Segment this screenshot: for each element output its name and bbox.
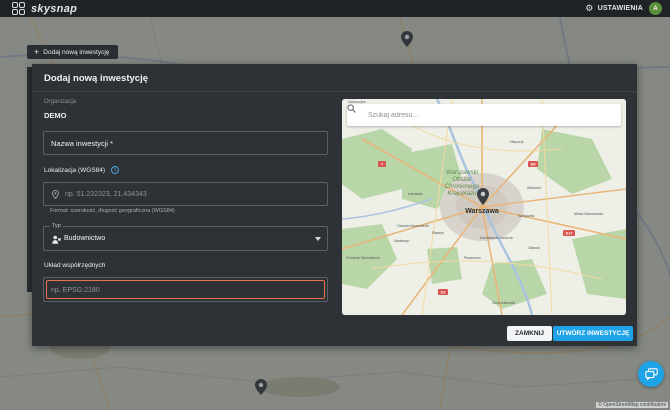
road-badge: S8: [531, 162, 537, 167]
map-label-town: Nadarzyn: [394, 239, 409, 243]
create-investment-button[interactable]: UTWÓRZ INWESTYCJĘ: [553, 326, 633, 341]
settings-label: USTAWIENIA: [597, 5, 643, 12]
close-button[interactable]: ZAMKNIJ: [507, 326, 552, 341]
coordinate-system-input[interactable]: [51, 284, 321, 297]
divider: [32, 91, 637, 92]
location-label: Lokalizacja (WGS84): [44, 166, 106, 174]
map-search-bar: [347, 104, 621, 126]
top-bar: skysnap ⚙ USTAWIENIA A: [0, 0, 670, 17]
map-label-town: Mińsk Mazowiecki: [574, 212, 603, 216]
location-hint: Format: szerokość, długość geograficzna …: [50, 208, 175, 214]
map-label-town: Sulejówek: [518, 214, 535, 218]
modal-title: Dodaj nową inwestycję: [44, 73, 148, 84]
add-investment-button[interactable]: + Dodaj nową inwestycję: [27, 45, 118, 59]
top-bar-actions: ⚙ USTAWIENIA A: [585, 2, 662, 15]
map-attribution: © OpenStreetMap contributors: [596, 402, 668, 408]
map-marker-icon[interactable]: [401, 31, 413, 47]
road-badge: S2: [441, 290, 447, 295]
organization-value: DEMO: [44, 111, 67, 120]
location-field[interactable]: np. 51.232323, 21.434343: [43, 182, 328, 206]
type-value: Budownictwo: [64, 235, 106, 242]
info-icon[interactable]: i: [111, 166, 120, 174]
chat-button[interactable]: [638, 361, 664, 387]
gear-icon: ⚙: [585, 3, 594, 13]
location-map[interactable]: Warszawski Obszar Chronionego Krajobrazu…: [342, 99, 626, 315]
plus-icon: +: [34, 46, 40, 57]
investment-name-field[interactable]: Nazwa inwestycji *: [43, 131, 328, 155]
map-label-park: Krajobrazu: [447, 191, 477, 197]
type-select[interactable]: Typ Budownictwo: [43, 223, 328, 251]
map-label-town: Grodzisk Mazowiecki: [346, 256, 380, 260]
add-investment-label: Dodaj nową inwestycję: [43, 48, 110, 56]
add-investment-modal: Dodaj nową inwestycję Organizacja DEMO N…: [32, 64, 637, 346]
map-label-town: Wołomin: [527, 186, 541, 190]
location-label-row: Lokalizacja (WGS84) i: [44, 166, 120, 174]
coordinate-system-field: [43, 277, 328, 302]
map-label-park: Warszawski: [446, 170, 479, 176]
map-label-town: Nieporęt: [510, 140, 524, 144]
search-icon: [347, 104, 356, 113]
investment-name-label: Nazwa inwestycji *: [51, 139, 114, 148]
map-label-town: Łomianki: [408, 192, 423, 196]
map-label-park: Chronionego: [445, 184, 480, 190]
type-legend: Typ: [50, 223, 63, 229]
map-label-town: Otwock: [528, 246, 540, 250]
settings-button[interactable]: ⚙ USTAWIENIA: [585, 4, 643, 13]
map-label-town: Konstancin-Jeziorna: [480, 236, 513, 240]
map-label-town: Ożarów Mazowiecki: [397, 224, 429, 228]
map-label-city: Warszawa: [465, 208, 499, 215]
map-label-park: Obszar: [452, 177, 472, 183]
logo-text: skysnap: [31, 2, 78, 15]
map-label-town: Raszyn: [432, 231, 444, 235]
map-tiles: Warszawski Obszar Chronionego Krajobrazu…: [342, 99, 626, 315]
map-label-town: Piaseczno: [464, 256, 481, 260]
chevron-down-icon: [315, 237, 321, 241]
location-pin-icon: [52, 190, 59, 199]
map-marker-icon[interactable]: [255, 379, 267, 395]
coordinate-system-focus-ring: [46, 280, 325, 299]
road-badge: S17: [565, 231, 573, 236]
location-placeholder: np. 51.232323, 21.434343: [65, 191, 147, 198]
map-search-input[interactable]: [368, 108, 608, 122]
logo-icon: [12, 2, 26, 15]
construction-worker-icon: [52, 235, 61, 244]
coordinate-system-label: Układ współrzędnych: [44, 262, 106, 269]
app-logo[interactable]: skysnap: [12, 2, 77, 15]
avatar[interactable]: A: [649, 2, 662, 15]
map-label-town: Góra Kalwaria: [492, 301, 515, 305]
organization-label: Organizacja: [44, 99, 77, 105]
chat-icon: [644, 368, 658, 380]
